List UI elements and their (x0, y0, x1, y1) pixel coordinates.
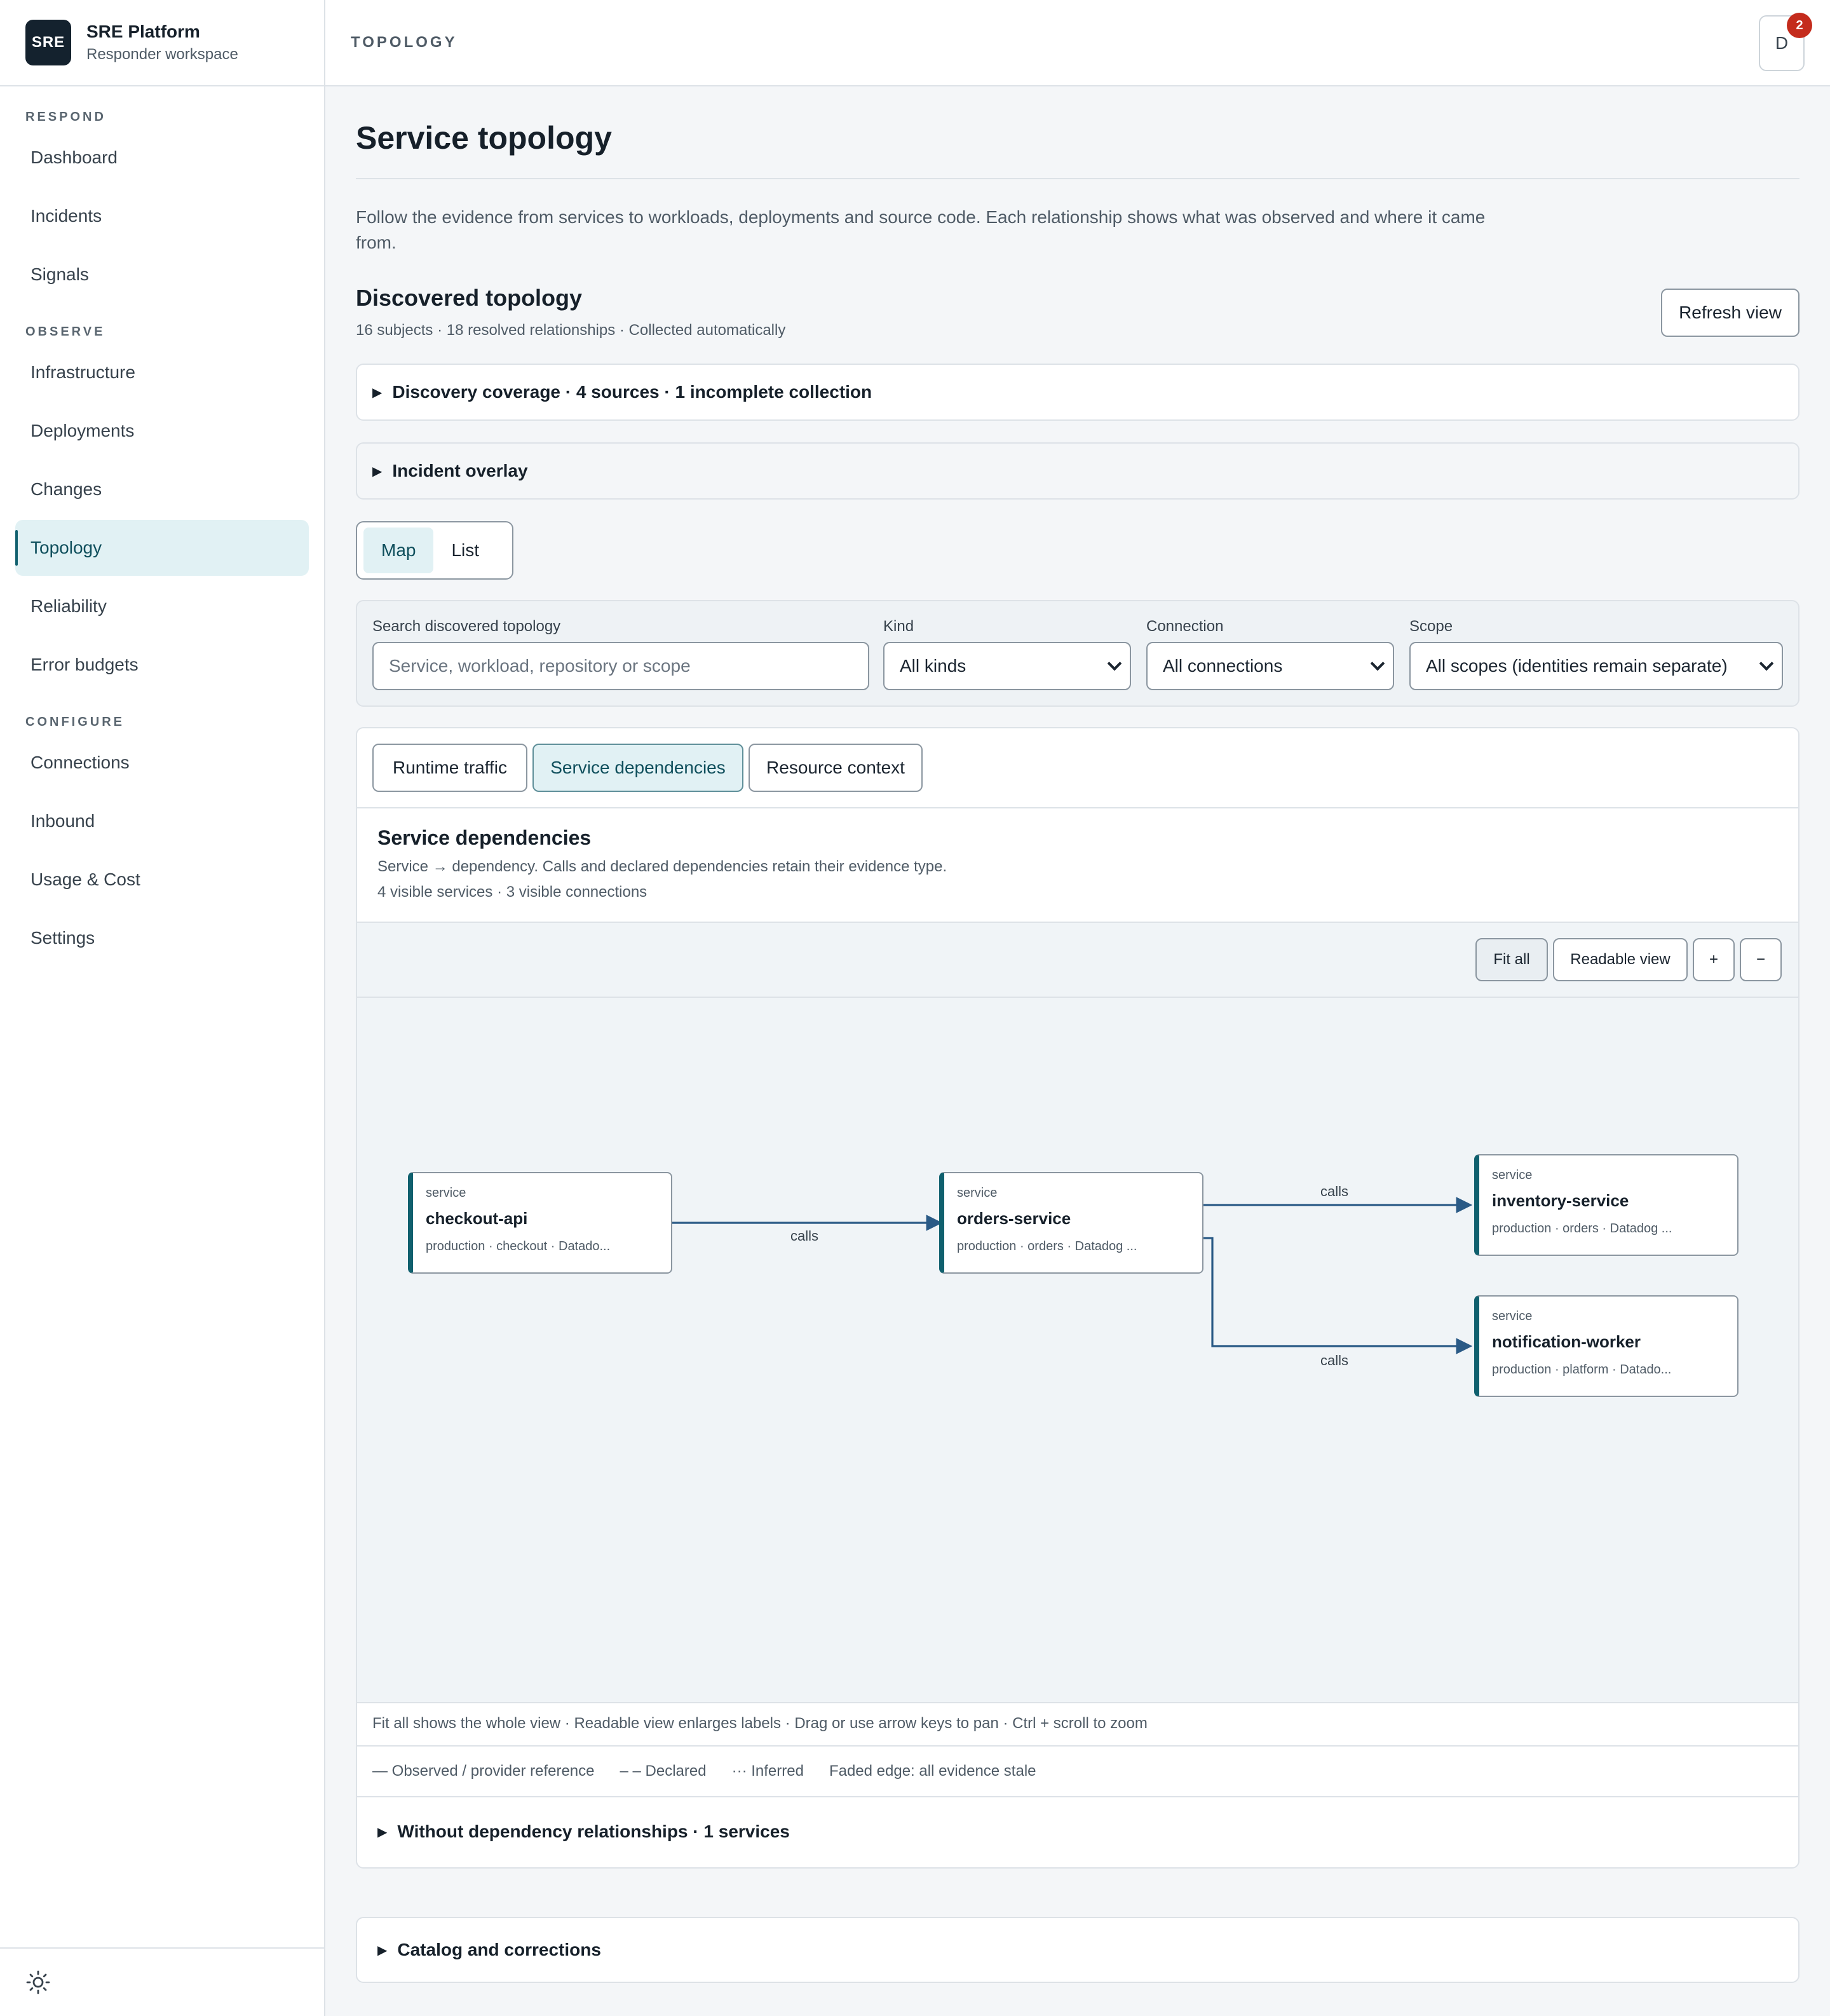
avatar-initial: D (1775, 33, 1789, 53)
connection-select-value: All connections (1163, 656, 1283, 676)
node-name: inventory-service (1492, 1191, 1629, 1210)
sidebar-item-settings[interactable]: Settings (15, 910, 309, 966)
sidebar-item-infrastructure[interactable]: Infrastructure (15, 344, 309, 400)
brand: SRE SRE Platform Responder workspace (0, 0, 324, 86)
discovered-topology-title: Discovered topology (356, 285, 583, 311)
connection-label: Connection (1146, 618, 1224, 635)
node-kind: service (957, 1186, 998, 1200)
tab-service-dependencies[interactable]: Service dependencies (532, 744, 743, 792)
node-name: notification-worker (1492, 1332, 1641, 1351)
sidebar-item-usage-cost[interactable]: Usage & Cost (15, 852, 309, 908)
view-mode-list[interactable]: List (433, 528, 497, 573)
discovery-coverage-label: Discovery coverage · 4 sources · 1 incom… (392, 382, 872, 402)
kind-select[interactable]: All kinds (883, 642, 1131, 690)
scope-select[interactable]: All scopes (identities remain separate) (1409, 642, 1783, 690)
scope-label: Scope (1409, 618, 1453, 635)
tab-resource-context[interactable]: Resource context (749, 744, 923, 792)
sidebar-item-reliability[interactable]: Reliability (15, 578, 309, 634)
catalog-corrections-toggle[interactable]: ▶ Catalog and corrections (356, 1917, 1800, 1983)
kind-select-value: All kinds (900, 656, 966, 676)
sidebar-item-dashboard[interactable]: Dashboard (15, 130, 309, 186)
node-meta: production · checkout · Datado... (426, 1239, 611, 1253)
chevron-down-icon (1370, 656, 1385, 671)
breadcrumb: TOPOLOGY (351, 34, 458, 51)
discovery-coverage-toggle[interactable]: ▶ Discovery coverage · 4 sources · 1 inc… (356, 364, 1800, 421)
expand-triangle-icon: ▶ (377, 1825, 388, 1839)
refresh-view-button[interactable]: Refresh view (1661, 289, 1800, 337)
edge-label: calls (1320, 1352, 1349, 1368)
incident-overlay-label: Incident overlay (392, 461, 528, 480)
without-dependency-toggle[interactable]: ▶ Without dependency relationships · 1 s… (377, 1799, 790, 1865)
discovered-topology-summary: 16 subjects · 18 resolved relationships … (356, 322, 786, 339)
search-label: Search discovered topology (372, 618, 561, 635)
scope-select-value: All scopes (identities remain separate) (1426, 656, 1728, 676)
service-node-notification-worker[interactable]: service notification-worker production ·… (1474, 1295, 1738, 1397)
node-name: checkout-api (426, 1209, 528, 1228)
brand-logo: SRE (25, 20, 71, 65)
avatar-button[interactable]: D 2 (1759, 13, 1812, 71)
view-mode-map[interactable]: Map (363, 528, 434, 573)
page-title: Service topology (356, 120, 612, 156)
edge-label: calls (790, 1228, 819, 1244)
node-name: orders-service (957, 1209, 1071, 1228)
node-meta: production · platform · Datado... (1492, 1363, 1672, 1377)
brand-subtitle: Responder workspace (86, 46, 238, 63)
sidebar-item-incidents[interactable]: Incidents (15, 188, 309, 244)
sidebar-item-connections[interactable]: Connections (15, 735, 309, 791)
legend-stale: Faded edge: all evidence stale (829, 1762, 1036, 1780)
connection-select[interactable]: All connections (1146, 642, 1394, 690)
section-description: Service → dependency. Calls and declared… (377, 858, 947, 875)
page-intro: Follow the evidence from services to wor… (356, 207, 1486, 252)
topology-tabs: Runtime traffic Service dependencies Res… (357, 728, 1798, 808)
legend-declared: – – Declared (620, 1762, 707, 1780)
expand-triangle-icon: ▶ (377, 1943, 388, 1958)
chevron-down-icon (1107, 656, 1122, 671)
canvas-hint: Fit all shows the whole view · Readable … (372, 1715, 1148, 1732)
sidebar-item-changes[interactable]: Changes (15, 461, 309, 517)
service-node-checkout-api[interactable]: service checkout-api production · checko… (408, 1172, 672, 1274)
sidebar-item-signals[interactable]: Signals (15, 247, 309, 303)
sidebar: SRE SRE Platform Responder workspace RES… (0, 0, 325, 2016)
tab-runtime-traffic[interactable]: Runtime traffic (372, 744, 527, 792)
nav-section-configure: CONFIGURE (25, 715, 125, 729)
node-kind: service (426, 1186, 466, 1200)
brand-title: SRE Platform (86, 22, 200, 41)
incident-overlay-toggle[interactable]: ▶ Incident overlay (356, 442, 1800, 500)
notification-badge: 2 (1787, 13, 1812, 38)
view-mode-toggle: Map List (356, 521, 513, 580)
topology-panel: Runtime traffic Service dependencies Res… (356, 727, 1800, 1869)
title-divider (356, 178, 1800, 179)
catalog-corrections-label: Catalog and corrections (397, 1940, 601, 1959)
top-bar: TOPOLOGY D 2 (325, 0, 1830, 86)
sidebar-item-error-budgets[interactable]: Error budgets (15, 637, 309, 693)
topology-canvas[interactable]: Fit all Readable view + − calls calls ca… (357, 922, 1798, 1703)
legend-inferred: ··· Inferred (731, 1762, 804, 1780)
nav-section-respond: RESPOND (25, 110, 106, 124)
edge-legend: — Observed / provider reference – – Decl… (357, 1745, 1798, 1797)
node-meta: production · orders · Datadog ... (957, 1239, 1137, 1253)
chevron-down-icon (1759, 656, 1774, 671)
sidebar-item-topology[interactable]: Topology (15, 520, 309, 576)
expand-triangle-icon: ▶ (372, 385, 383, 400)
service-node-inventory-service[interactable]: service inventory-service production · o… (1474, 1154, 1738, 1256)
legend-observed: — Observed / provider reference (372, 1762, 595, 1780)
search-input[interactable]: Service, workload, repository or scope (372, 642, 869, 690)
node-kind: service (1492, 1168, 1533, 1182)
service-node-orders-service[interactable]: service orders-service production · orde… (939, 1172, 1203, 1274)
sidebar-item-deployments[interactable]: Deployments (15, 403, 309, 459)
sidebar-footer (0, 1947, 324, 2016)
expand-triangle-icon: ▶ (372, 464, 383, 479)
sun-icon[interactable] (25, 1970, 51, 1995)
section-title: Service dependencies (377, 826, 592, 849)
visible-counts: 4 visible services · 3 visible connectio… (377, 883, 647, 901)
edge-orders-to-notification (1202, 1237, 1473, 1354)
sidebar-item-inbound[interactable]: Inbound (15, 793, 309, 849)
edge-label: calls (1320, 1183, 1349, 1199)
kind-label: Kind (883, 618, 914, 635)
nav-section-observe: OBSERVE (25, 325, 105, 339)
node-meta: production · orders · Datadog ... (1492, 1222, 1672, 1236)
filter-bar: Search discovered topology Service, work… (356, 600, 1800, 707)
node-kind: service (1492, 1309, 1533, 1323)
without-dependency-label: Without dependency relationships · 1 ser… (397, 1822, 790, 1841)
